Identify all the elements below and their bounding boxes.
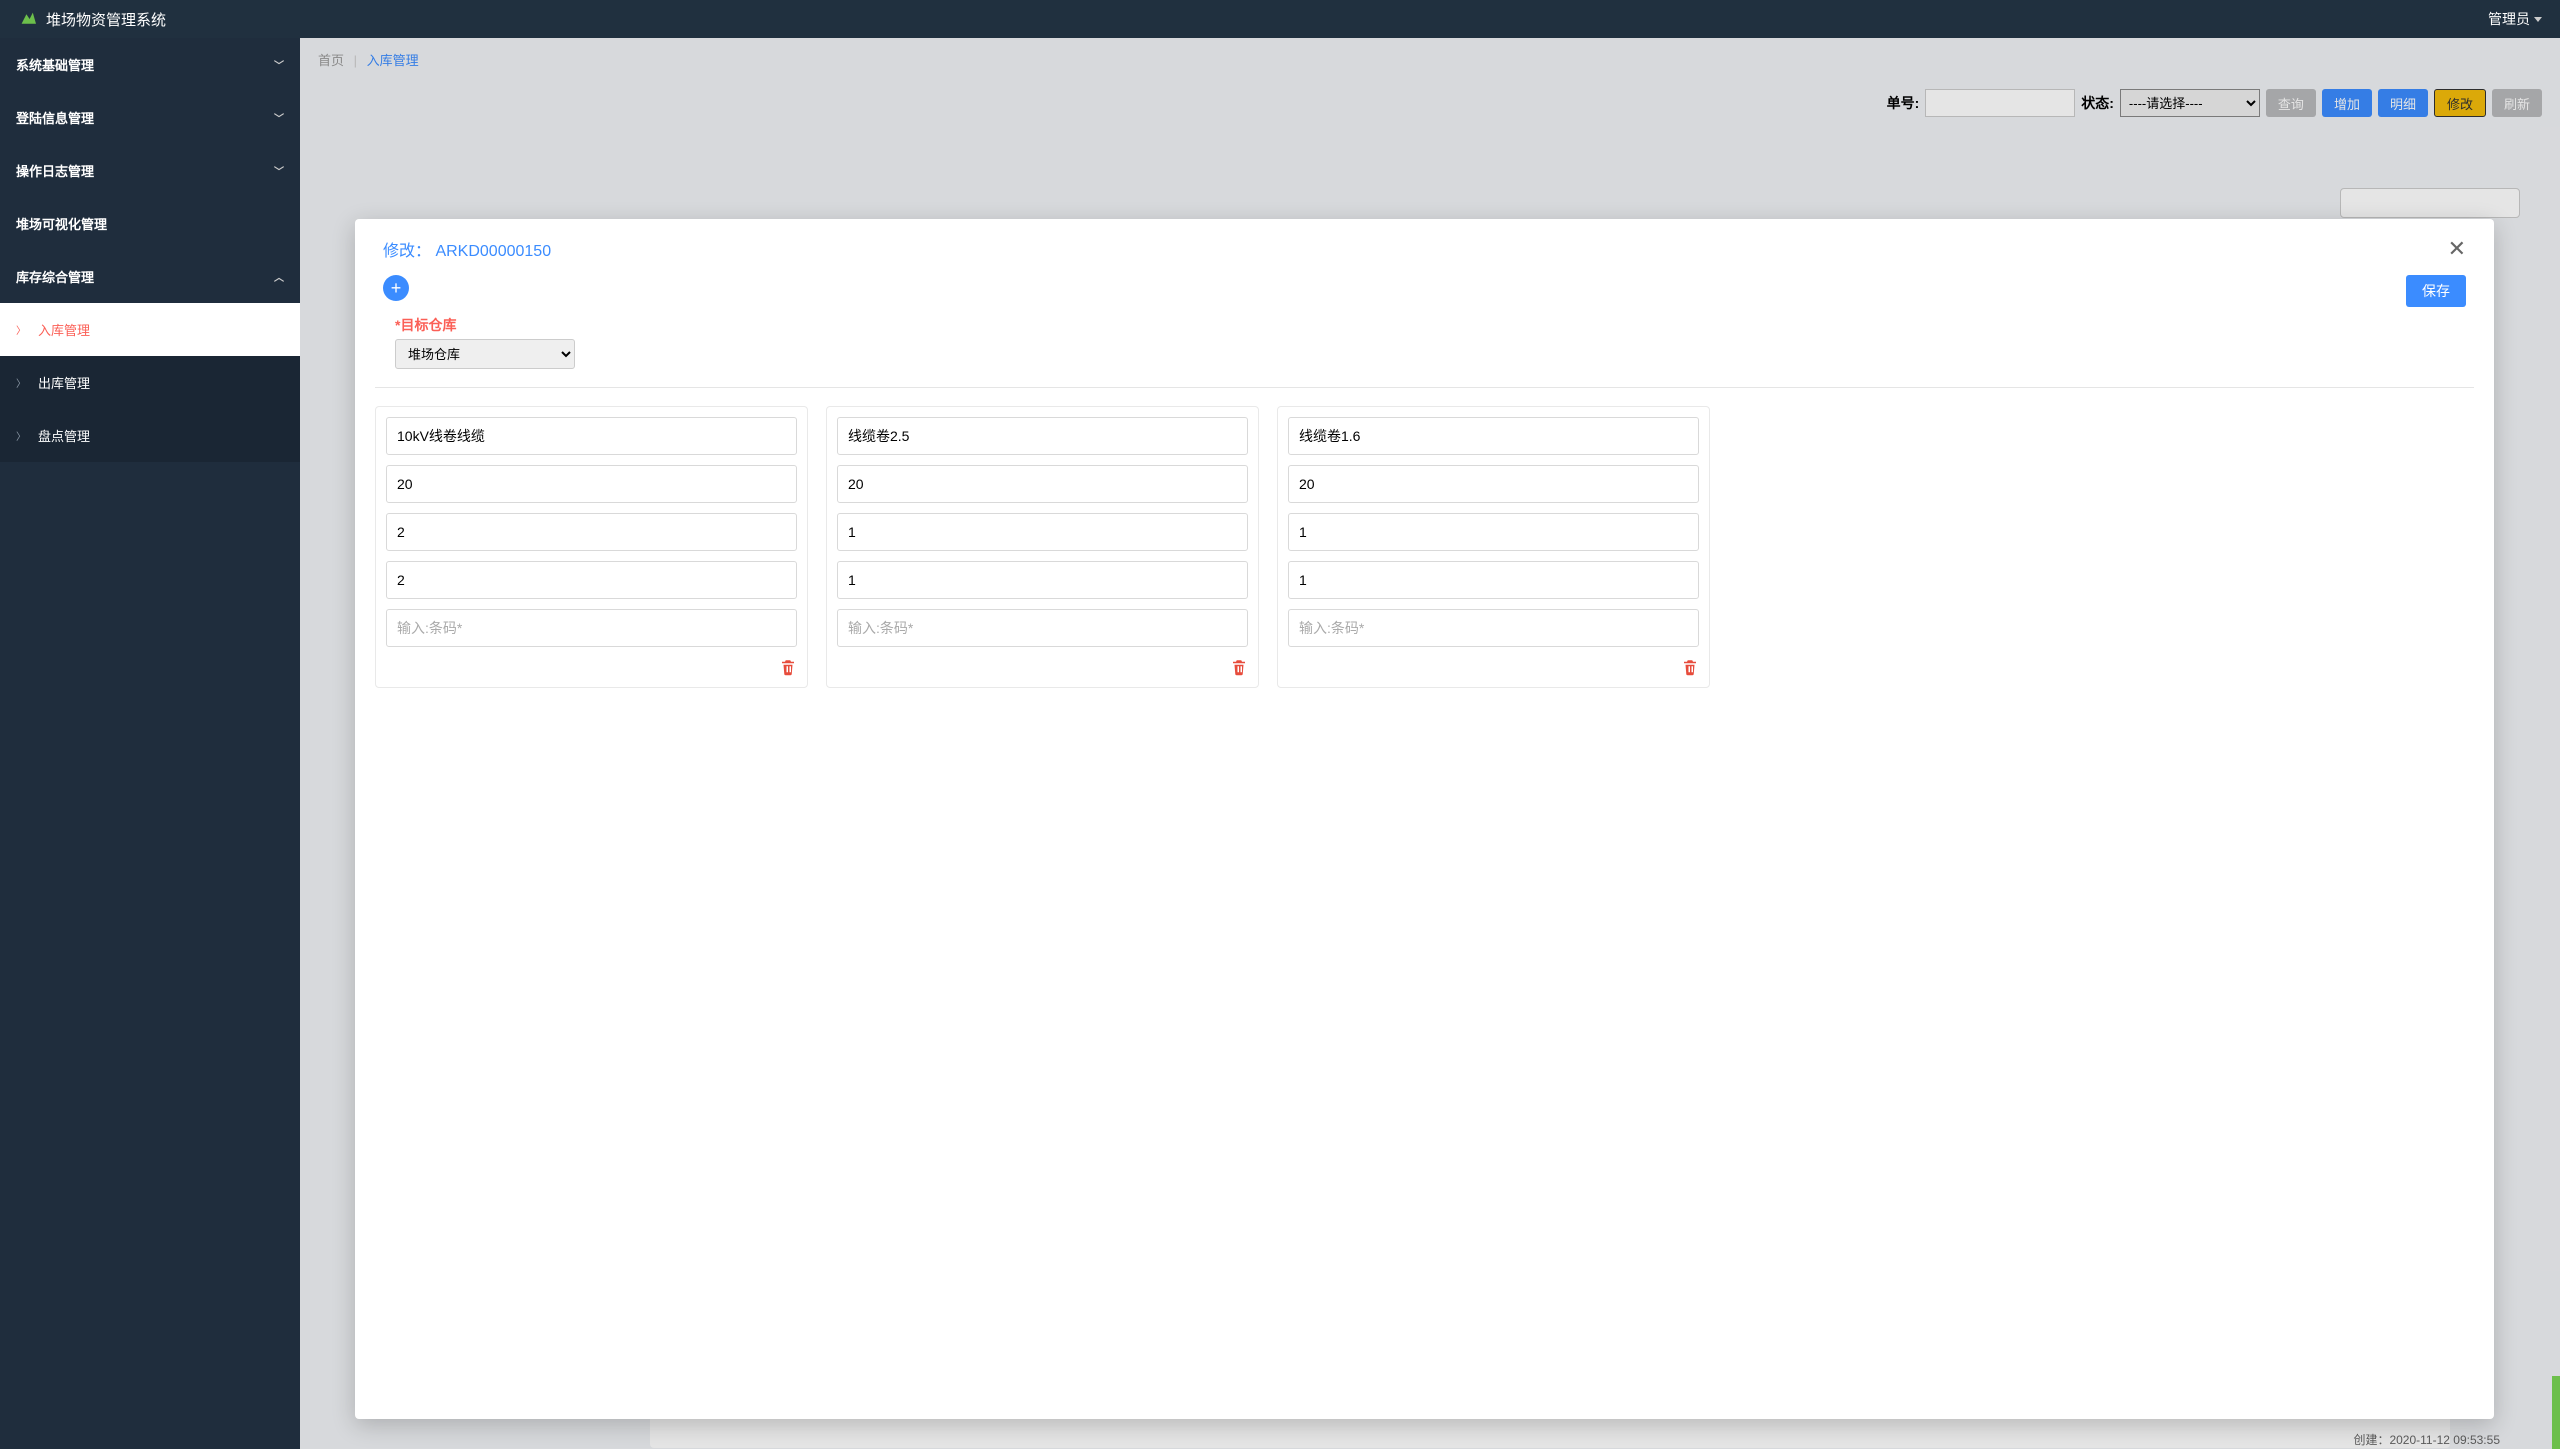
- item-field-2[interactable]: [1288, 465, 1699, 503]
- trash-icon[interactable]: [779, 657, 797, 677]
- topbar: 堆场物资管理系统 管理员: [0, 0, 2560, 38]
- submenu-inventory: 〉 入库管理 〉 出库管理 〉 盘点管理: [0, 303, 300, 462]
- chevron-down-icon: ﹀: [274, 163, 284, 178]
- caret-down-icon: [2534, 17, 2542, 22]
- item-card: [1277, 406, 1710, 688]
- plus-icon: +: [391, 278, 402, 299]
- modal-toolbar: + 保存: [355, 275, 2494, 315]
- scroll-indicator: [2552, 1376, 2560, 1449]
- user-label: 管理员: [2488, 9, 2530, 29]
- user-menu[interactable]: 管理员: [2488, 9, 2542, 29]
- item-barcode-input[interactable]: [837, 609, 1248, 647]
- close-icon[interactable]: ✕: [2448, 238, 2466, 260]
- item-field-2[interactable]: [837, 465, 1248, 503]
- menu-oplog[interactable]: 操作日志管理 ﹀: [0, 144, 300, 197]
- sidebar-item-check[interactable]: 〉 盘点管理: [0, 409, 300, 462]
- add-row-button[interactable]: +: [383, 275, 409, 301]
- item-field-3[interactable]: [386, 513, 797, 551]
- item-barcode-input[interactable]: [386, 609, 797, 647]
- sidebar-item-outbound[interactable]: 〉 出库管理: [0, 356, 300, 409]
- item-card: [375, 406, 808, 688]
- trash-icon[interactable]: [1681, 657, 1699, 677]
- item-field-2[interactable]: [386, 465, 797, 503]
- menu-label: 登陆信息管理: [16, 108, 94, 127]
- menu-login-info[interactable]: 登陆信息管理 ﹀: [0, 91, 300, 144]
- modal-header: 修改： ARKD00000150 ✕: [355, 219, 2494, 275]
- trash-icon[interactable]: [1230, 657, 1248, 677]
- item-field-3[interactable]: [837, 513, 1248, 551]
- target-warehouse-label: *目标仓库: [395, 315, 2466, 335]
- logo-wrap: 堆场物资管理系统: [18, 9, 166, 30]
- chevron-up-icon: ︿: [274, 269, 284, 284]
- item-cards: [355, 388, 2494, 706]
- app-title: 堆场物资管理系统: [46, 9, 166, 30]
- save-button[interactable]: 保存: [2406, 275, 2466, 307]
- sidebar-item-inbound[interactable]: 〉 入库管理: [0, 303, 300, 356]
- item-name-input[interactable]: [386, 417, 797, 455]
- item-field-4[interactable]: [386, 561, 797, 599]
- menu-label: 库存综合管理: [16, 267, 94, 286]
- modify-modal: 修改： ARKD00000150 ✕ + 保存 *目标仓库 堆场仓库: [355, 219, 2494, 1419]
- sidebar-item-label: 盘点管理: [38, 426, 90, 445]
- item-field-4[interactable]: [837, 561, 1248, 599]
- item-name-input[interactable]: [837, 417, 1248, 455]
- sidebar: 系统基础管理 ﹀ 登陆信息管理 ﹀ 操作日志管理 ﹀ 堆场可视化管理 库存综合管…: [0, 38, 300, 1449]
- chevron-down-icon: ﹀: [274, 57, 284, 72]
- menu-label: 操作日志管理: [16, 161, 94, 180]
- menu-inventory[interactable]: 库存综合管理 ︿: [0, 250, 300, 303]
- chevron-down-icon: ﹀: [274, 110, 284, 125]
- menu-system-basic[interactable]: 系统基础管理 ﹀: [0, 38, 300, 91]
- menu-label: 系统基础管理: [16, 55, 94, 74]
- sidebar-item-label: 入库管理: [38, 320, 90, 339]
- item-barcode-input[interactable]: [1288, 609, 1699, 647]
- target-warehouse-row: *目标仓库 堆场仓库: [355, 315, 2494, 387]
- menu-label: 堆场可视化管理: [16, 214, 107, 233]
- target-warehouse-select[interactable]: 堆场仓库: [395, 339, 575, 369]
- item-card: [826, 406, 1259, 688]
- item-field-3[interactable]: [1288, 513, 1699, 551]
- sidebar-item-label: 出库管理: [38, 373, 90, 392]
- item-field-4[interactable]: [1288, 561, 1699, 599]
- chevron-right-icon: 〉: [16, 322, 26, 337]
- menu-visual[interactable]: 堆场可视化管理: [0, 197, 300, 250]
- chevron-right-icon: 〉: [16, 375, 26, 390]
- modal-title: 修改： ARKD00000150: [383, 237, 551, 261]
- item-name-input[interactable]: [1288, 417, 1699, 455]
- chevron-right-icon: 〉: [16, 428, 26, 443]
- app-logo-icon: [18, 11, 38, 27]
